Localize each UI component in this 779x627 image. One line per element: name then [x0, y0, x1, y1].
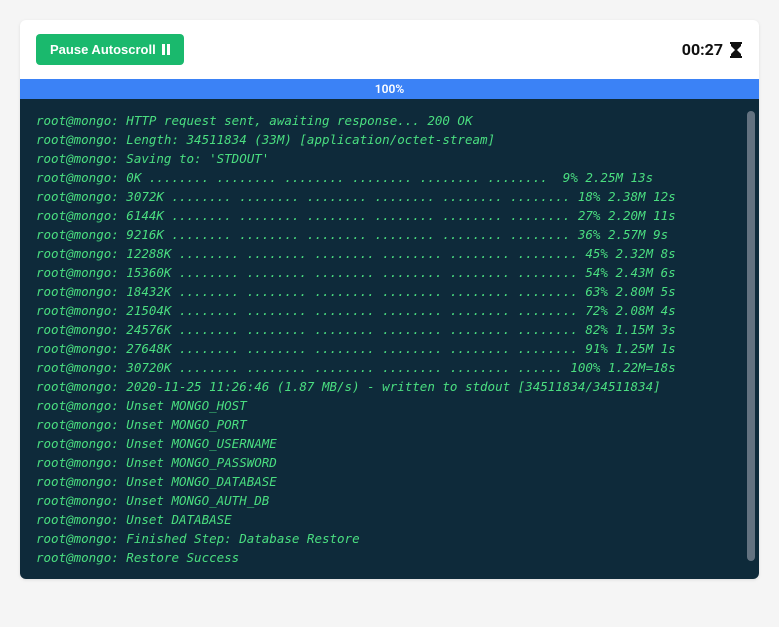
log-line: root@mongo: 9216K ........ ........ ....… — [36, 225, 743, 244]
log-line: root@mongo: 12288K ........ ........ ...… — [36, 244, 743, 263]
main-panel: Pause Autoscroll 00:27 100% root@mongo: … — [20, 20, 759, 579]
log-line: root@mongo: Unset MONGO_DATABASE — [36, 472, 743, 491]
terminal-wrapper: root@mongo: HTTP request sent, awaiting … — [20, 99, 759, 579]
log-line: root@mongo: Unset MONGO_AUTH_DB — [36, 491, 743, 510]
log-line: root@mongo: 3072K ........ ........ ....… — [36, 187, 743, 206]
progress-bar: 100% — [20, 79, 759, 99]
terminal-output[interactable]: root@mongo: HTTP request sent, awaiting … — [20, 111, 759, 567]
pause-autoscroll-button[interactable]: Pause Autoscroll — [36, 34, 184, 65]
progress-percent: 100% — [375, 82, 404, 96]
log-line: root@mongo: 27648K ........ ........ ...… — [36, 339, 743, 358]
log-line: root@mongo: Unset MONGO_HOST — [36, 396, 743, 415]
log-line: root@mongo: 2020-11-25 11:26:46 (1.87 MB… — [36, 377, 743, 396]
log-line: root@mongo: 0K ........ ........ .......… — [36, 168, 743, 187]
log-line: root@mongo: Unset MONGO_PASSWORD — [36, 453, 743, 472]
hourglass-icon — [729, 42, 743, 58]
log-line: root@mongo: 18432K ........ ........ ...… — [36, 282, 743, 301]
log-line: root@mongo: 30720K ........ ........ ...… — [36, 358, 743, 377]
pause-autoscroll-label: Pause Autoscroll — [50, 42, 156, 57]
log-line: root@mongo: Saving to: 'STDOUT' — [36, 149, 743, 168]
log-line: root@mongo: Restore Success — [36, 548, 743, 567]
log-line: root@mongo: Finished Step: Database Rest… — [36, 529, 743, 548]
log-line: root@mongo: Unset DATABASE — [36, 510, 743, 529]
log-line: root@mongo: 15360K ........ ........ ...… — [36, 263, 743, 282]
log-line: root@mongo: HTTP request sent, awaiting … — [36, 111, 743, 130]
log-line: root@mongo: 24576K ........ ........ ...… — [36, 320, 743, 339]
log-line: root@mongo: Length: 34511834 (33M) [appl… — [36, 130, 743, 149]
timer: 00:27 — [682, 40, 743, 59]
log-line: root@mongo: Unset MONGO_USERNAME — [36, 434, 743, 453]
header: Pause Autoscroll 00:27 — [20, 20, 759, 79]
log-line: root@mongo: Unset MONGO_PORT — [36, 415, 743, 434]
pause-icon — [162, 44, 170, 55]
timer-value: 00:27 — [682, 40, 723, 59]
log-line: root@mongo: 6144K ........ ........ ....… — [36, 206, 743, 225]
scrollbar[interactable] — [747, 111, 755, 561]
log-line: root@mongo: 21504K ........ ........ ...… — [36, 301, 743, 320]
